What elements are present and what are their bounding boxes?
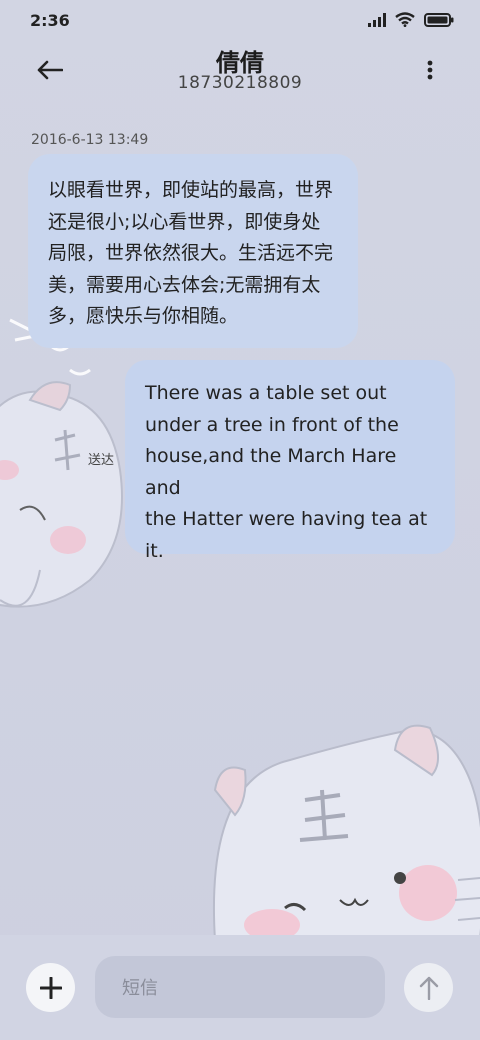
message-line: 以眼看世界，即使站的最高，世界 [48, 179, 334, 201]
message-line: 还是很小;以心看世界，即使身处 [48, 210, 321, 233]
conversation-header: 倩倩 18730218809 [0, 40, 480, 110]
status-icons [368, 12, 454, 27]
message-line: it. [145, 539, 164, 562]
message-line: under a tree in front of the [145, 413, 399, 436]
contact-number: 18730218809 [177, 73, 303, 93]
wifi-icon [395, 12, 415, 27]
message-line: the Hatter were having tea at [145, 508, 428, 530]
send-button[interactable] [404, 963, 453, 1012]
message-line: 多，愿快乐与你相随。 [48, 305, 239, 327]
add-attachment-button[interactable] [26, 963, 75, 1012]
message-line: 美，需要用心去体会;无需拥有太 [48, 273, 321, 296]
composer-bar: 短信 [0, 935, 480, 1040]
signal-icon [368, 12, 386, 27]
message-timestamp: 2016-6-13 13:49 [31, 132, 149, 148]
status-time: 2:36 [30, 11, 70, 30]
more-options-button[interactable] [414, 54, 446, 86]
message-line: 局限，世界依然很大。生活远不完 [48, 242, 334, 264]
status-bar: 2:36 [0, 0, 480, 40]
plus-icon [39, 976, 62, 999]
message-line: There was a table set out [145, 382, 387, 404]
message-line: house,and the March Hare and [145, 445, 397, 499]
message-input[interactable]: 短信 [95, 956, 385, 1018]
delivery-status: 送达 [88, 453, 115, 468]
battery-icon [424, 12, 454, 27]
message-input-placeholder: 短信 [122, 978, 158, 999]
incoming-message-bubble[interactable]: 以眼看世界，即使站的最高，世界 还是很小;以心看世界，即使身处 局限，世界依然很… [28, 154, 358, 348]
more-vertical-icon [427, 60, 433, 80]
arrow-up-icon [419, 976, 438, 1000]
outgoing-message-bubble[interactable]: There was a table set out under a tree i… [125, 360, 455, 562]
